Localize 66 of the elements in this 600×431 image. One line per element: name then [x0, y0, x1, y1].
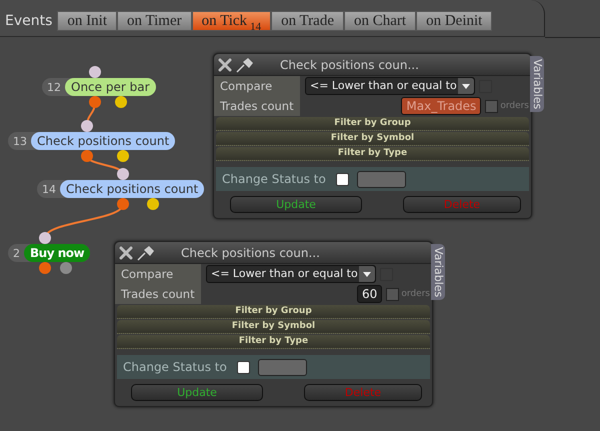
node-number: 2 [12, 246, 21, 260]
pin-icon[interactable] [236, 56, 254, 72]
port[interactable] [117, 150, 129, 162]
orders-checkbox[interactable] [386, 288, 400, 300]
update-button[interactable]: Update [131, 384, 263, 401]
event-tab[interactable]: on Init [57, 11, 117, 31]
count-input[interactable]: 60 [357, 285, 382, 303]
port[interactable] [117, 198, 129, 210]
status-checkbox[interactable] [237, 360, 250, 374]
close-icon[interactable] [218, 58, 232, 72]
update-button[interactable]: Update [230, 196, 362, 213]
status-field[interactable] [357, 170, 406, 188]
flow-node[interactable]: 13 Check positions count [8, 132, 176, 150]
node-number: 12 [46, 80, 62, 94]
flow-node[interactable]: 12 Once per bar [42, 78, 156, 96]
node-label: Once per bar [65, 78, 156, 96]
dialog-title: Check positions coun... [181, 246, 320, 260]
status-label: Change Status to [221, 172, 327, 186]
compare-dropdown[interactable]: <= Lower than or equal to [305, 77, 475, 95]
caret-icon [462, 84, 470, 88]
compare-dropdown[interactable]: <= Lower than or equal to [206, 265, 376, 283]
status-field[interactable] [258, 358, 307, 376]
event-tab[interactable]: on Timer [117, 11, 192, 31]
port[interactable] [60, 262, 72, 274]
node-label: Check positions count [31, 132, 176, 150]
field-label: Compare [115, 264, 201, 284]
event-tab[interactable]: on Chart [344, 11, 416, 31]
orders-label: orders [401, 289, 430, 299]
filter-section-header[interactable]: Filter by Symbol [117, 320, 430, 334]
caret-icon [363, 272, 371, 276]
dialog-title: Check positions coun... [280, 58, 419, 72]
node-number: 13 [12, 134, 28, 148]
port[interactable] [81, 120, 93, 132]
pin-icon[interactable] [137, 244, 155, 260]
filter-section-header[interactable]: Filter by Type [216, 147, 529, 161]
node-number: 14 [41, 182, 57, 196]
port[interactable] [39, 232, 51, 244]
event-tab[interactable]: on Deinit [416, 11, 492, 31]
flow-node[interactable]: 2 Buy now [8, 244, 90, 262]
field-label: Compare [214, 76, 300, 96]
close-icon[interactable] [119, 246, 133, 260]
orders-checkbox[interactable] [485, 100, 498, 112]
port[interactable] [39, 262, 51, 274]
events-label: Events [5, 13, 52, 31]
filter-section-header[interactable]: Filter by Group [216, 117, 529, 131]
variables-tab[interactable]: Variables [431, 244, 445, 300]
flow-node[interactable]: 14 Check positions count [37, 180, 204, 198]
status-checkbox[interactable] [336, 172, 349, 186]
port[interactable] [89, 96, 101, 108]
filter-section-header[interactable]: Filter by Type [117, 335, 430, 349]
orders-label: orders [500, 101, 529, 111]
port[interactable] [81, 150, 93, 162]
status-label: Change Status to [122, 360, 228, 374]
filter-section-header[interactable]: Filter by Symbol [216, 132, 529, 146]
port[interactable] [147, 198, 159, 210]
variables-tab[interactable]: Variables [530, 56, 544, 112]
port[interactable] [89, 66, 101, 78]
port[interactable] [117, 168, 129, 180]
port[interactable] [115, 96, 127, 108]
event-tab[interactable]: on Trade [271, 11, 344, 31]
field-label: Trades count [214, 96, 300, 116]
event-tab[interactable]: on Tick $_{14}$ [192, 11, 272, 31]
filter-section-header[interactable]: Filter by Group [117, 305, 430, 319]
field-label: Trades count [115, 284, 201, 304]
node-label: Check positions count [60, 180, 204, 198]
node-label: Buy now [24, 244, 90, 262]
